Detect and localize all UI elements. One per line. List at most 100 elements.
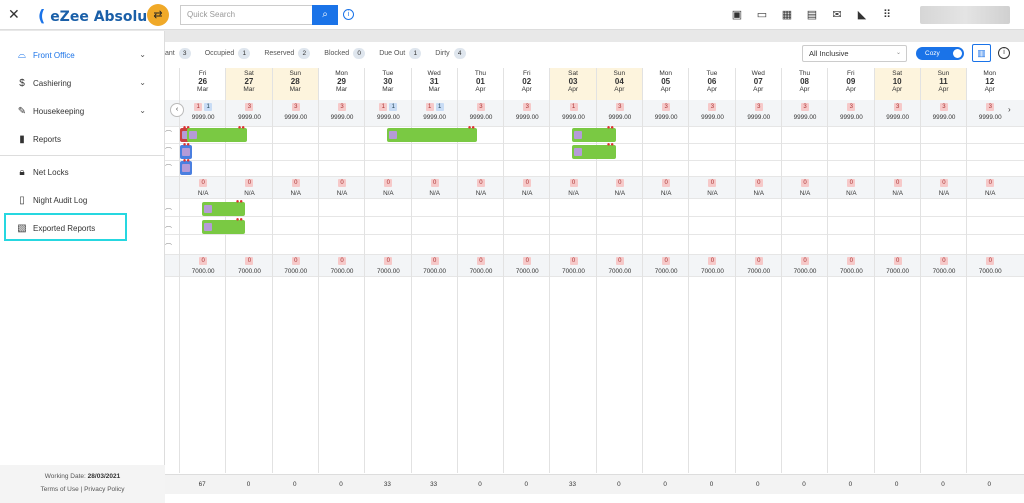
day-header[interactable]: Thu 01 Apr <box>458 68 503 100</box>
day-header[interactable]: Thu 08 Apr <box>782 68 827 100</box>
room-type-1-rate[interactable]: 9999.00 <box>504 114 550 121</box>
calendar-icon[interactable]: ▦ <box>780 8 794 22</box>
booking-bar[interactable]: ●● <box>187 125 247 142</box>
room-type-3-rate[interactable]: 7000.00 <box>689 268 735 275</box>
room-type-2-rate[interactable]: N/A <box>736 190 782 197</box>
room-type-3-rate[interactable]: 7000.00 <box>967 268 1013 275</box>
status-due-out[interactable]: Due Out 1 <box>379 47 422 59</box>
booking-bar[interactable]: ●● <box>180 142 192 159</box>
room-type-2-rate[interactable]: N/A <box>365 190 411 197</box>
room-type-1-rate[interactable]: 9999.00 <box>412 114 458 121</box>
room-type-2-rate[interactable]: N/A <box>458 190 504 197</box>
room-type-2-rate[interactable]: N/A <box>412 190 458 197</box>
room-type-3-rate[interactable]: 7000.00 <box>319 268 365 275</box>
booking-bar[interactable]: ●● <box>180 158 192 175</box>
room-type-2-rate[interactable]: N/A <box>550 190 596 197</box>
rate-plan-select[interactable]: All Inclusive ⌄ <box>802 45 907 62</box>
room-type-2-rate[interactable]: N/A <box>828 190 874 197</box>
info-icon[interactable]: i <box>998 47 1010 59</box>
day-header[interactable]: Fri 09 Apr <box>828 68 873 100</box>
room-type-3-rate[interactable]: 7000.00 <box>597 268 643 275</box>
room-type-1-rate[interactable]: 9999.00 <box>967 114 1013 121</box>
room-type-1-rate[interactable]: 9999.00 <box>736 114 782 121</box>
megaphone-icon[interactable]: ◣ <box>855 8 869 22</box>
status-occupied[interactable]: Occupied 1 <box>205 47 251 59</box>
day-header[interactable]: Tue 06 Apr <box>689 68 734 100</box>
room-type-1-rate[interactable]: 9999.00 <box>226 114 272 121</box>
room-type-2-rate[interactable]: N/A <box>967 190 1013 197</box>
room-type-3-rate[interactable]: 7000.00 <box>643 268 689 275</box>
day-header[interactable]: Sat 10 Apr <box>874 68 920 100</box>
day-header[interactable]: Mon 29 Mar <box>319 68 364 100</box>
task-icon[interactable]: ▤ <box>805 8 819 22</box>
room-type-1-rate[interactable]: 9999.00 <box>643 114 689 121</box>
room-type-2-rate[interactable]: N/A <box>875 190 921 197</box>
room-type-2-rate[interactable]: N/A <box>597 190 643 197</box>
room-type-3-rate[interactable]: 7000.00 <box>921 268 967 275</box>
chevron-right-icon[interactable]: › <box>1008 105 1011 114</box>
privacy-link[interactable]: Privacy Policy <box>84 486 124 493</box>
day-header[interactable]: Sat 03 Apr <box>550 68 596 100</box>
booking-bar[interactable]: ●● <box>572 142 616 159</box>
day-header[interactable]: Wed 07 Apr <box>736 68 781 100</box>
room-type-3-rate[interactable]: 7000.00 <box>273 268 319 275</box>
room-type-1-rate[interactable]: 9999.00 <box>875 114 921 121</box>
search-input[interactable]: Quick Search <box>180 5 312 25</box>
room-type-1-rate[interactable]: 9999.00 <box>319 114 365 121</box>
day-header[interactable]: Fri 26 Mar <box>180 68 225 100</box>
sidebar-item-reports[interactable]: ▮ Reports <box>0 125 164 153</box>
room-type-2-rate[interactable]: N/A <box>643 190 689 197</box>
apps-grid-icon[interactable]: ⠿ <box>880 8 894 22</box>
day-header[interactable]: Sun 04 Apr <box>596 68 642 100</box>
card-icon[interactable]: ▭ <box>755 8 769 22</box>
room-type-3-rate[interactable]: 7000.00 <box>180 268 226 275</box>
shuffle-icon[interactable]: ⇄ <box>147 4 169 26</box>
room-type-2-rate[interactable]: N/A <box>273 190 319 197</box>
room-type-3-rate[interactable]: 7000.00 <box>226 268 272 275</box>
room-type-2-rate[interactable]: N/A <box>504 190 550 197</box>
room-type-2-rate[interactable]: N/A <box>689 190 735 197</box>
sidebar-item-net-locks[interactable]: 🔒︎ Net Locks <box>0 158 164 186</box>
sidebar-item-front-office[interactable]: ⌓ Front Office ⌄ <box>0 41 164 69</box>
sidebar-item-cashiering[interactable]: $ Cashiering ⌄ <box>0 69 164 97</box>
info-icon[interactable]: i <box>343 9 354 20</box>
room-type-3-rate[interactable]: 7000.00 <box>365 268 411 275</box>
room-type-3-rate[interactable]: 7000.00 <box>828 268 874 275</box>
room-type-3-rate[interactable]: 7000.00 <box>458 268 504 275</box>
room-type-1-rate[interactable]: 9999.00 <box>550 114 596 121</box>
status-reserved[interactable]: Reserved 2 <box>264 47 311 59</box>
room-view-icon[interactable]: ▥ <box>972 44 991 62</box>
booking-bar[interactable]: ●● <box>387 125 477 142</box>
day-header[interactable]: Sun 28 Mar <box>272 68 318 100</box>
sidebar-item-housekeeping[interactable]: ✎ Housekeeping ⌄ <box>0 97 164 125</box>
day-header[interactable]: Sun 11 Apr <box>920 68 967 100</box>
room-type-1-rate[interactable]: 9999.00 <box>597 114 643 121</box>
room-type-2-rate[interactable]: N/A <box>782 190 828 197</box>
room-type-3-rate[interactable]: 7000.00 <box>550 268 596 275</box>
status-blocked[interactable]: Blocked 0 <box>324 47 366 59</box>
room-type-2-rate[interactable]: N/A <box>226 190 272 197</box>
day-header[interactable]: Sat 27 Mar <box>226 68 272 100</box>
day-header[interactable]: Wed 31 Mar <box>412 68 457 100</box>
room-type-1-rate[interactable]: 9999.00 <box>273 114 319 121</box>
booking-bar[interactable]: ●● <box>572 125 616 142</box>
room-type-1-rate[interactable]: 9999.00 <box>828 114 874 121</box>
search-button[interactable]: ⌕ <box>312 5 338 25</box>
room-type-2-rate[interactable]: N/A <box>180 190 226 197</box>
status-dirty[interactable]: Dirty 4 <box>435 47 466 59</box>
booking-bar[interactable]: ●● <box>202 217 245 234</box>
room-type-1-rate[interactable]: 9999.00 <box>365 114 411 121</box>
room-type-2-rate[interactable]: N/A <box>319 190 365 197</box>
booking-bar[interactable]: ●● <box>202 199 245 216</box>
terms-link[interactable]: Terms of Use <box>40 486 78 493</box>
room-type-3-rate[interactable]: 7000.00 <box>875 268 921 275</box>
room-type-2-rate[interactable]: N/A <box>921 190 967 197</box>
day-header[interactable]: Tue 30 Mar <box>365 68 410 100</box>
day-header[interactable]: Mon 05 Apr <box>643 68 688 100</box>
day-header[interactable]: Fri 02 Apr <box>504 68 549 100</box>
room-type-3-rate[interactable]: 7000.00 <box>412 268 458 275</box>
room-type-3-rate[interactable]: 7000.00 <box>782 268 828 275</box>
chevron-left-icon[interactable]: ‹ <box>170 103 184 117</box>
room-type-3-rate[interactable]: 7000.00 <box>736 268 782 275</box>
room-type-1-rate[interactable]: 9999.00 <box>689 114 735 121</box>
